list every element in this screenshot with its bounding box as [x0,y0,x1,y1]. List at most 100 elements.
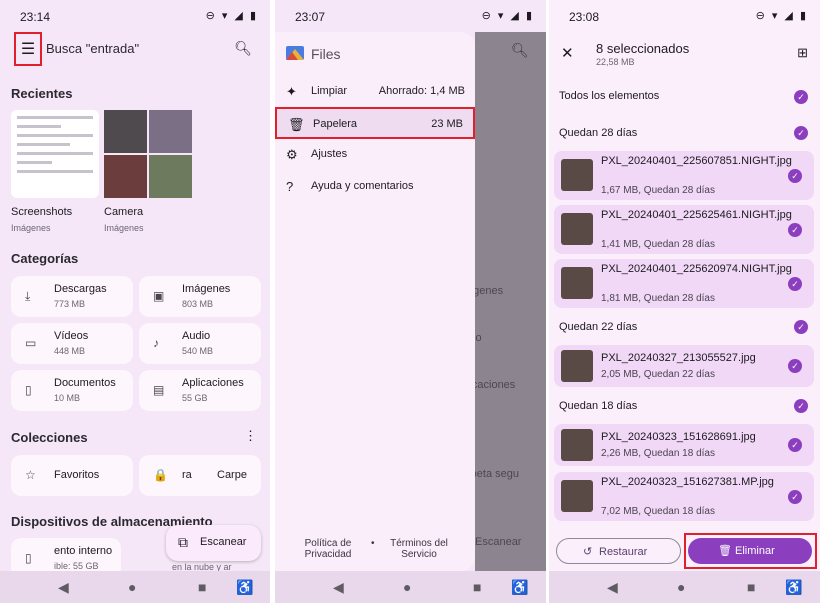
file-thumbnail [561,213,593,245]
file-row[interactable]: PXL_20240401_225607851.NIGHT.jpg 1,67 MB,… [554,151,814,200]
drawer-item-value: Ahorrado: 1,4 MB [378,85,465,97]
accessibility-icon[interactable]: ♿ [236,579,253,596]
drawer-item-ayuda[interactable]: ? Ayuda y comentarios [275,171,475,203]
category-descargas[interactable]: ⤓ Descargas 773 MB [11,276,133,317]
nav-bar: ◀ ● ■ ♿ [275,571,546,603]
file-thumbnail [561,429,593,461]
category-aplicaciones[interactable]: ▤ Aplicaciones 55 GB [139,370,261,411]
search-icon[interactable]: 🔍︎ [234,40,252,57]
file-row[interactable]: PXL_20240401_225625461.NIGHT.jpg 1,41 MB,… [554,205,814,254]
file-row[interactable]: PXL_20240327_213055527.jpg 2,05 MB, Queda… [554,345,814,387]
drawer-item-ajustes[interactable]: ⚙ Ajustes [275,139,475,171]
status-icons: ⊖ ▾ ◢ ▮ [755,10,808,22]
status-icons: ⊖ ▾ ◢ ▮ [481,10,534,22]
check-icon[interactable]: ✓ [788,438,802,452]
image-icon: ▣ [153,289,165,303]
star-icon: ☆ [25,468,36,482]
drawer-item-papelera[interactable]: 🗑 Papelera 23 MB [275,107,475,139]
check-icon[interactable]: ✓ [794,320,808,334]
accessibility-icon[interactable]: ♿ [785,579,802,596]
help-icon: ? [286,179,294,194]
files-drawer-screen: 23:07 ⊖ ▾ ◢ ▮ 🔍︎ ágenes dio licaciones r… [275,0,546,603]
status-bar: 23:07 ⊖ ▾ ◢ ▮ [275,0,546,32]
file-name: PXL_20240401_225625461.NIGHT.jpg [601,209,792,221]
status-time: 23:07 [295,10,326,24]
collection-favoritos[interactable]: ☆ Favoritos [11,455,133,496]
document-icon: ▯ [25,383,32,397]
recent-sub: Imágenes [104,223,144,233]
device-label: ento interno [54,545,113,557]
terms-link[interactable]: Términos del Servicio [383,538,455,560]
category-documentos[interactable]: ▯ Documentos 10 MB [11,370,133,411]
home-icon[interactable]: ● [403,579,411,595]
menu-button[interactable]: ☰ [14,32,42,66]
scan-fab[interactable]: ⧉ Escanear [166,525,261,561]
status-icons: ⊖ ▾ ◢ ▮ [205,10,258,22]
check-icon[interactable]: ✓ [788,359,802,373]
search-input[interactable]: Busca "entrada" [46,41,139,56]
privacy-link[interactable]: Política de Privacidad [297,538,359,560]
device-sub: ible: 55 GB [54,561,99,571]
collection-label: Carpe [217,469,247,481]
drawer-item-label: Limpiar [311,85,348,97]
back-icon[interactable]: ◀ [607,579,618,596]
status-bar: 23:14 ⊖ ▾ ◢ ▮ [0,0,270,32]
back-icon[interactable]: ◀ [58,579,69,596]
more-vert-icon[interactable]: ⋮ [244,428,257,444]
file-row[interactable]: PXL_20240323_151627381.MP.jpg 7,02 MB, Qu… [554,472,814,521]
scrim[interactable]: 🔍︎ ágenes dio licaciones rpeta segu Esca… [467,32,546,571]
check-icon[interactable]: ✓ [788,490,802,504]
category-label: Vídeos [54,330,89,342]
file-name: PXL_20240401_225620974.NIGHT.jpg [601,263,792,275]
category-size: 540 MB [182,346,214,356]
screenshots-thumbnail[interactable] [11,110,99,198]
home-icon[interactable]: ● [677,579,685,595]
file-row[interactable]: PXL_20240323_151628691.jpg 2,26 MB, Queda… [554,424,814,466]
camera-thumbnail[interactable] [104,110,192,198]
section-colecciones: Colecciones [11,430,88,445]
check-icon[interactable]: ✓ [794,90,808,104]
recent-title: Screenshots [11,206,73,218]
home-icon[interactable]: ● [128,579,136,595]
drawer-item-label: Ajustes [311,148,348,160]
delete-label: Eliminar [735,545,775,557]
drawer-item-limpiar[interactable]: ✦ Limpiar Ahorrado: 1,4 MB [275,76,475,108]
delete-button[interactable]: 🗑 Eliminar [688,538,812,564]
scan-icon: ⧉ [178,534,188,550]
check-icon[interactable]: ✓ [788,277,802,291]
category-imagenes[interactable]: ▣ Imágenes 803 MB [139,276,261,317]
category-size: 773 MB [54,299,86,309]
trash-icon: 🗑 [718,545,732,557]
file-meta: 1,41 MB, Quedan 28 días [601,239,715,250]
check-icon[interactable]: ✓ [788,223,802,237]
recents-icon[interactable]: ■ [747,579,755,595]
search-bar[interactable]: ☰ Busca "entrada" 🔍︎ [14,32,262,66]
collection-prefix: ra [182,469,192,481]
check-icon[interactable]: ✓ [788,169,802,183]
gear-icon: ⚙ [286,147,298,162]
group-label: Quedan 28 días [559,127,638,139]
grid-view-icon[interactable]: ⊞ [797,45,808,61]
category-videos[interactable]: ▭ Vídeos 448 MB [11,323,133,364]
collection-carpeta[interactable]: 🔒 ra Carpe [139,455,261,496]
restore-button[interactable]: ↺ Restaurar [556,538,681,564]
check-icon[interactable]: ✓ [794,126,808,140]
check-icon[interactable]: ✓ [794,399,808,413]
close-icon[interactable]: ✕ [561,44,574,62]
selection-title: 8 seleccionados [596,41,690,56]
accessibility-icon[interactable]: ♿ [511,579,528,596]
file-thumbnail [561,267,593,299]
file-name: PXL_20240401_225607851.NIGHT.jpg [601,155,792,167]
recents-icon[interactable]: ■ [473,579,481,595]
recent-title: Camera [104,206,144,218]
drawer-item-label: Papelera [313,118,358,130]
category-audio[interactable]: ♪ Audio 540 MB [139,323,261,364]
sparkle-icon: ✦ [286,84,297,99]
behind-text: Escanear [475,536,522,548]
back-icon[interactable]: ◀ [333,579,344,596]
category-size: 803 MB [182,299,214,309]
group-label: Quedan 22 días [559,321,638,333]
footer-separator: • [371,538,375,549]
file-row[interactable]: PXL_20240401_225620974.NIGHT.jpg 1,81 MB,… [554,259,814,308]
recents-icon[interactable]: ■ [198,579,206,595]
